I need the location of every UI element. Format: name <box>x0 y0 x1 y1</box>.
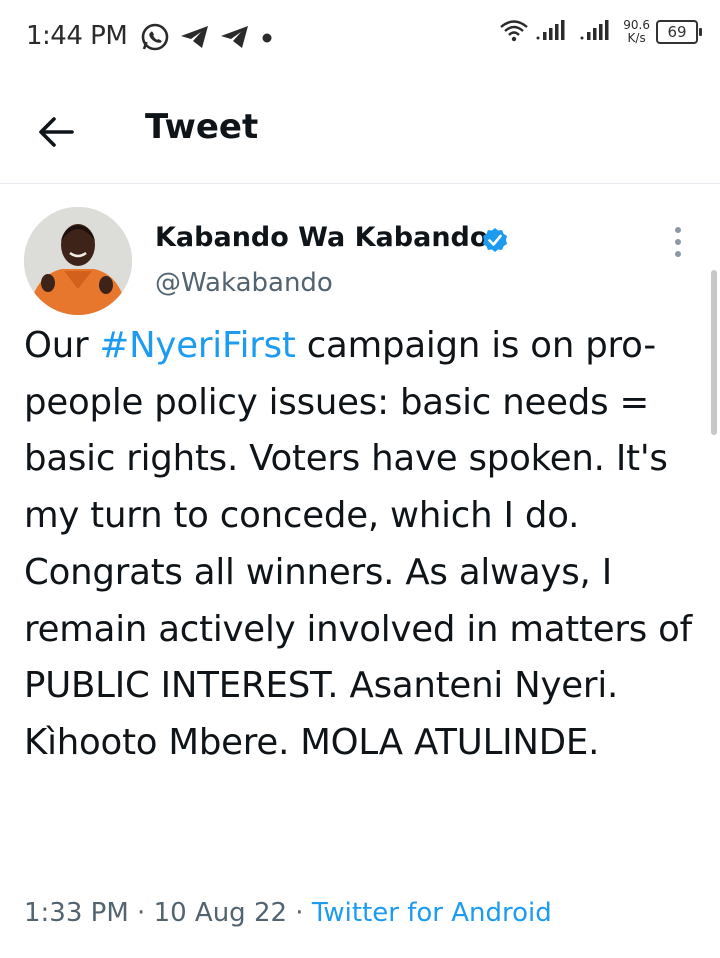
tweet-text-start: Our <box>24 325 100 366</box>
tweet-source-link[interactable]: Twitter for Android <box>312 898 552 928</box>
tweet-meta: 1:33 PM · 10 Aug 22 · Twitter for Androi… <box>24 898 552 928</box>
telegram-icon <box>180 24 210 54</box>
tweet-text: Our #NyeriFirst campaign is on pro-peopl… <box>24 318 714 772</box>
network-speed-unit: K/s <box>627 31 646 45</box>
hashtag-link[interactable]: #NyeriFirst <box>100 325 296 366</box>
network-speed: 90.6 K/s <box>623 19 650 45</box>
tweet-text-body: campaign is on pro-people policy issues:… <box>24 325 692 763</box>
telegram-icon <box>220 24 250 54</box>
app-header: Tweet <box>0 72 720 184</box>
signal-icon <box>579 18 617 46</box>
avatar[interactable] <box>24 207 132 315</box>
status-bar: 1:44 PM 90.6 K/s 69 <box>0 0 720 72</box>
dot-icon <box>260 30 274 49</box>
more-vertical-icon <box>675 227 681 257</box>
tweet-time: 1:33 PM <box>24 898 129 928</box>
whatsapp-icon <box>140 22 170 56</box>
arrow-left-icon <box>39 117 74 147</box>
tweet-date[interactable]: 10 Aug 22 <box>154 898 287 928</box>
wifi-icon <box>499 18 529 46</box>
system-icons: 90.6 K/s 69 <box>499 18 702 46</box>
battery-icon: 69 <box>656 20 702 44</box>
author-name[interactable]: Kabando Wa Kabando <box>155 222 488 253</box>
meta-separator: · <box>128 898 154 928</box>
verified-badge-icon <box>482 227 508 253</box>
page-title: Tweet <box>145 107 259 147</box>
notification-icons <box>140 22 274 56</box>
meta-separator: · <box>287 898 312 928</box>
more-options-button[interactable] <box>666 224 690 260</box>
author-handle[interactable]: @Wakabando <box>155 268 333 298</box>
signal-icon <box>535 18 573 46</box>
status-time: 1:44 PM <box>26 21 128 51</box>
back-button[interactable] <box>36 112 76 152</box>
